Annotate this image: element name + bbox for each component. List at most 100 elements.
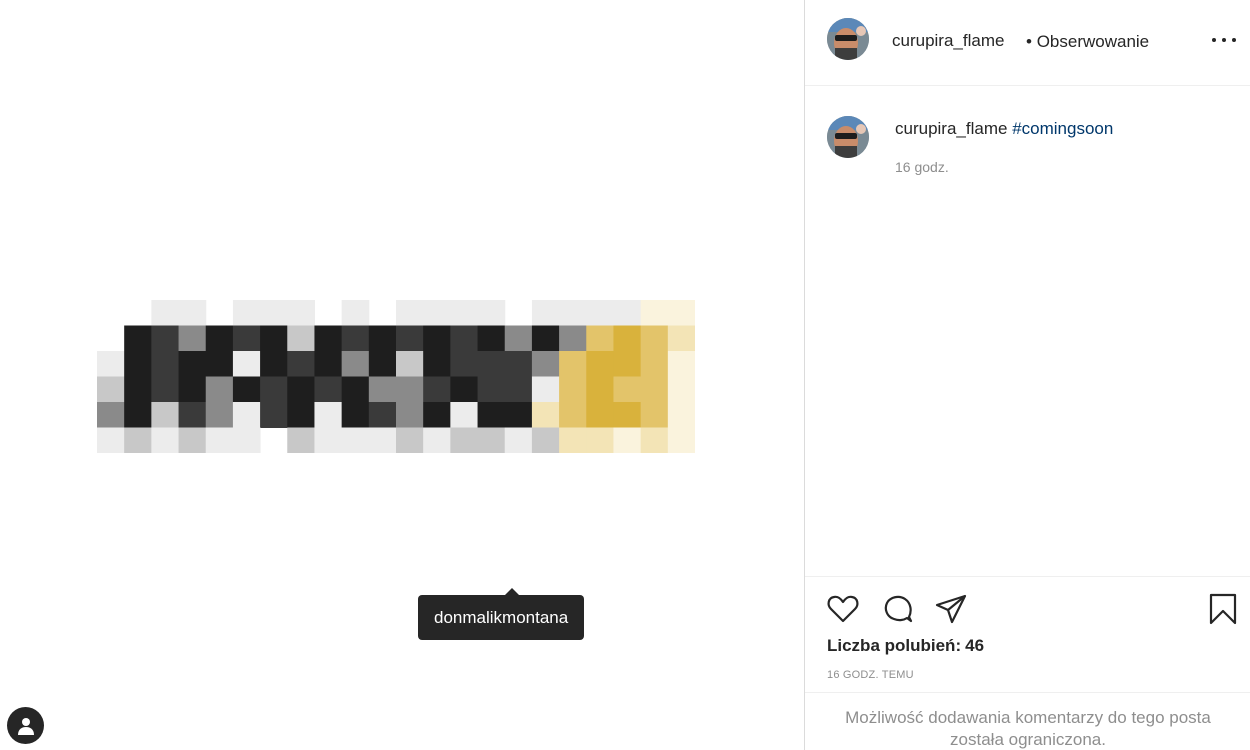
mosaic-tile bbox=[151, 325, 180, 352]
mosaic-tile bbox=[232, 427, 261, 453]
pixelated-logo-image bbox=[97, 300, 695, 453]
post-media[interactable]: donmalikmontana bbox=[0, 0, 804, 750]
mosaic-tile bbox=[667, 325, 695, 352]
mosaic-tile bbox=[559, 351, 587, 377]
likes-number[interactable]: 46 bbox=[965, 636, 984, 655]
mosaic-tile bbox=[124, 325, 152, 352]
mosaic-tile bbox=[341, 300, 370, 326]
mosaic-tile bbox=[151, 427, 180, 453]
mosaic-tile bbox=[178, 402, 207, 428]
mosaic-tile bbox=[477, 300, 506, 326]
mosaic-tile bbox=[613, 351, 642, 377]
mosaic-tile bbox=[314, 376, 343, 403]
mosaic-tile bbox=[531, 427, 560, 453]
mosaic-tile bbox=[559, 402, 587, 428]
caption-username[interactable]: curupira_flame bbox=[895, 119, 1007, 138]
user-tag-tooltip[interactable]: donmalikmontana bbox=[418, 588, 585, 640]
mosaic-tile bbox=[205, 351, 234, 377]
mosaic-tile bbox=[531, 325, 560, 352]
mosaic-tile bbox=[124, 427, 152, 453]
mosaic-tile bbox=[97, 427, 125, 453]
mosaic-tile bbox=[341, 427, 370, 453]
mosaic-tile bbox=[368, 376, 397, 403]
mosaic-tile bbox=[586, 427, 614, 453]
notice-line-2: została ograniczona. bbox=[950, 730, 1106, 749]
mosaic-tile bbox=[504, 351, 533, 377]
mosaic-tile bbox=[450, 325, 479, 352]
mosaic-tile bbox=[396, 376, 424, 403]
mosaic-tile bbox=[260, 402, 288, 428]
mosaic-tile bbox=[559, 300, 587, 326]
mosaic-tile bbox=[124, 402, 152, 428]
mosaic-tile bbox=[287, 325, 315, 352]
heart-icon bbox=[827, 595, 859, 623]
mosaic-tile bbox=[531, 300, 560, 326]
mosaic-tile bbox=[232, 325, 261, 352]
share-button[interactable] bbox=[934, 592, 968, 626]
mosaic-tile bbox=[368, 402, 397, 428]
comment-button[interactable] bbox=[881, 592, 915, 626]
mosaic-tile bbox=[151, 300, 180, 326]
mosaic-tile bbox=[559, 325, 587, 352]
follow-label[interactable]: Obserwowanie bbox=[1037, 32, 1149, 51]
mosaic-tile bbox=[396, 300, 424, 326]
comment-icon bbox=[884, 595, 913, 623]
mosaic-tile bbox=[178, 325, 207, 352]
save-button[interactable] bbox=[1206, 592, 1240, 626]
mosaic-tile bbox=[287, 376, 315, 403]
mosaic-tile bbox=[287, 300, 315, 326]
caption-hashtag[interactable]: #comingsoon bbox=[1012, 119, 1113, 138]
mosaic-tile bbox=[423, 300, 451, 326]
mosaic-tile bbox=[504, 376, 533, 403]
likes-count[interactable]: Liczba polubień: 46 bbox=[827, 636, 984, 656]
mosaic-tile bbox=[667, 376, 695, 403]
likes-label[interactable]: Liczba polubień: bbox=[827, 636, 961, 655]
post-header: curupira_flame • Obserwowanie bbox=[805, 0, 1250, 86]
mosaic-tile bbox=[287, 402, 315, 428]
mosaic-tile bbox=[504, 427, 533, 453]
mosaic-tile bbox=[586, 325, 614, 352]
tagged-username[interactable]: donmalikmontana bbox=[434, 608, 568, 628]
avatar[interactable] bbox=[827, 18, 869, 60]
post-timestamp[interactable]: 16 GODZ. TEMU bbox=[827, 669, 914, 681]
like-button[interactable] bbox=[826, 592, 860, 626]
mosaic-tile bbox=[667, 427, 695, 453]
mosaic-tile bbox=[640, 325, 669, 352]
mosaic-tile bbox=[640, 351, 669, 377]
mosaic-tile bbox=[586, 300, 614, 326]
notice-line-1: Możliwość dodawania komentarzy do tego p… bbox=[845, 708, 1211, 727]
mosaic-tile bbox=[396, 402, 424, 428]
mosaic-tile bbox=[477, 402, 506, 428]
mosaic-tile bbox=[613, 376, 642, 403]
mosaic-tile bbox=[477, 351, 506, 377]
mosaic-tile bbox=[260, 325, 288, 352]
mosaic-tile bbox=[423, 351, 451, 377]
mosaic-tile bbox=[396, 325, 424, 352]
mosaic-tile bbox=[178, 351, 207, 377]
action-bar bbox=[805, 576, 1250, 638]
more-options-button[interactable] bbox=[1209, 30, 1239, 50]
mosaic-tile bbox=[341, 325, 370, 352]
mosaic-tile bbox=[531, 351, 560, 377]
mosaic-tile bbox=[151, 402, 180, 428]
mosaic-tile bbox=[586, 402, 614, 428]
person-icon bbox=[17, 717, 34, 735]
mosaic-tile bbox=[205, 376, 234, 403]
avatar[interactable] bbox=[827, 116, 869, 158]
mosaic-tile bbox=[667, 402, 695, 428]
mosaic-tile bbox=[151, 376, 180, 403]
tagged-users-button[interactable] bbox=[7, 707, 44, 744]
mosaic-tile bbox=[531, 402, 560, 428]
mosaic-tile bbox=[450, 376, 479, 403]
mosaic-tile bbox=[97, 351, 125, 377]
mosaic-tile bbox=[368, 325, 397, 352]
mosaic-tile bbox=[423, 325, 451, 352]
mosaic-tile bbox=[396, 427, 424, 453]
follow-status[interactable]: • Obserwowanie bbox=[1026, 32, 1149, 52]
mosaic-tile bbox=[667, 300, 695, 326]
mosaic-tile bbox=[97, 402, 125, 428]
header-username[interactable]: curupira_flame bbox=[892, 31, 1004, 51]
mosaic-tile bbox=[151, 351, 180, 377]
mosaic-tile bbox=[314, 402, 343, 428]
mosaic-tile bbox=[232, 376, 261, 403]
